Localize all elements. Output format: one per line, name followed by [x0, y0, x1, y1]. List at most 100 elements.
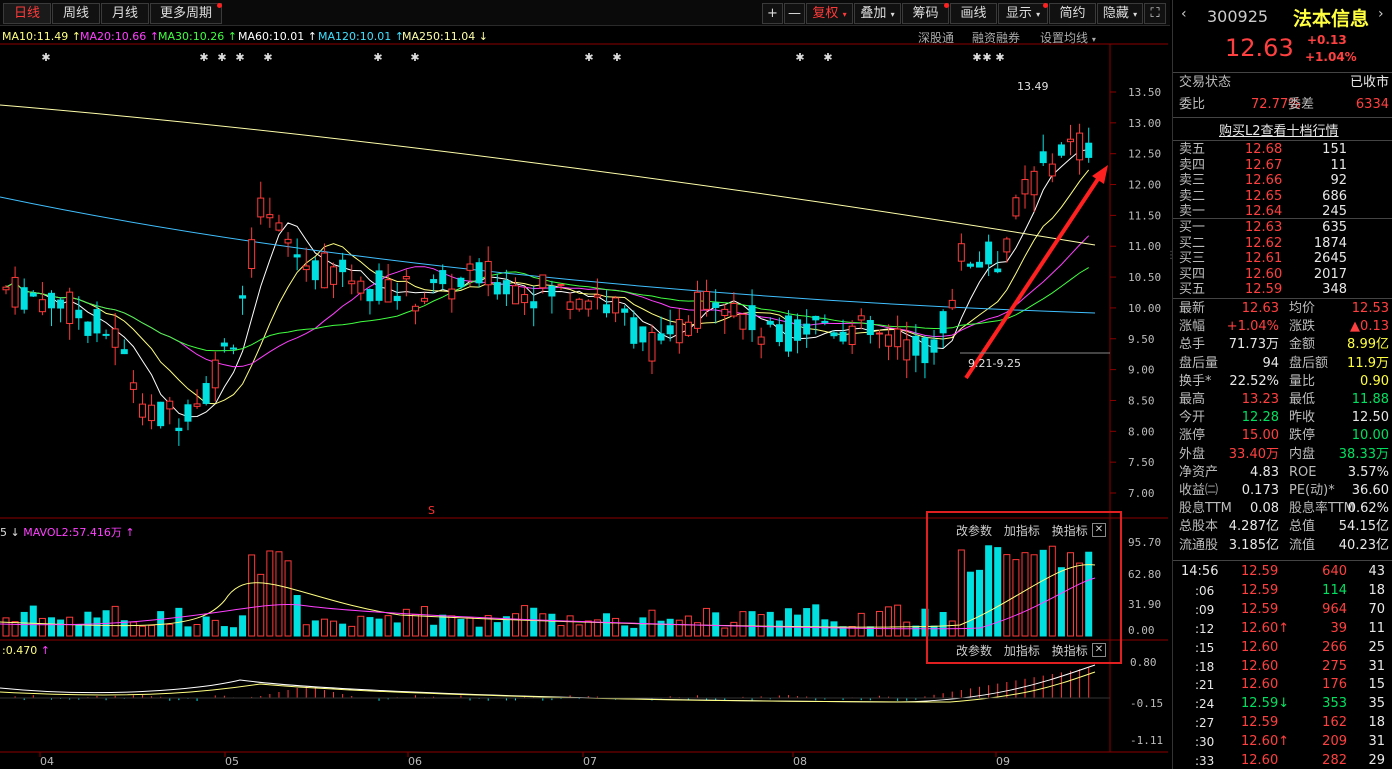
candle-body — [693, 291, 701, 329]
ma250-line — [0, 104, 1096, 246]
zoom-in-button[interactable]: + — [762, 3, 783, 24]
display-dropdown-button[interactable]: 显示 ▾ — [998, 3, 1048, 24]
event-marker-icon: ✱ — [410, 51, 419, 64]
volume-bar — [357, 615, 365, 637]
volume-bar — [293, 595, 301, 637]
candle-body — [521, 294, 529, 304]
candle-body — [175, 427, 183, 432]
candle-body — [675, 319, 683, 344]
tab-more-periods[interactable]: 更多周期 — [150, 3, 222, 24]
tick-count: 15 — [1368, 677, 1385, 693]
hk-connect-link[interactable]: 深股通 — [918, 29, 954, 46]
stat-label: 昨收 — [1289, 410, 1316, 426]
stat-value: 94 — [1262, 355, 1279, 371]
high-price-label: 13.49 — [1017, 80, 1049, 93]
candle-body — [584, 300, 592, 310]
tick-volume: 275 — [1322, 658, 1347, 674]
volume-bar — [502, 616, 510, 637]
volume-bar — [757, 614, 765, 637]
stat-label: 股息TTM — [1179, 501, 1232, 517]
ma120-label: MA120:10.01 ↑ — [318, 30, 404, 43]
stat-value: 3.185亿 — [1228, 537, 1279, 553]
volume-bar — [448, 615, 456, 637]
tick-price: 12.60 — [1241, 677, 1279, 693]
candle-body — [912, 335, 920, 356]
candle-body — [402, 276, 410, 280]
candle-body — [684, 321, 692, 336]
candle-body — [1021, 179, 1029, 195]
candle-body — [257, 197, 265, 218]
tick-volume: 39 — [1330, 620, 1347, 636]
candle-body — [602, 304, 610, 314]
chips-button[interactable]: 筹码 — [902, 3, 949, 24]
stat-value: 33.40万 — [1228, 446, 1279, 462]
margin-trading-link[interactable]: 融资融券 — [972, 29, 1020, 46]
back-icon[interactable]: ‹ — [1181, 6, 1187, 22]
quote-panel: ‹ 300925 法本信息 › 12.63 +0.13 +1.04% 交易状态 … — [1172, 0, 1392, 769]
hide-dropdown-button[interactable]: 隐藏 ▾ — [1097, 3, 1143, 24]
candle-body — [1067, 138, 1075, 143]
event-marker-icon: ✱ — [823, 51, 832, 64]
overlay-dropdown-button[interactable]: 叠加 ▾ — [854, 3, 901, 24]
draw-line-button[interactable]: 画线 — [950, 3, 997, 24]
splitter-handle-icon[interactable]: ⋮ — [1166, 250, 1176, 261]
ma60-label: MA60:10.01 ↑ — [238, 30, 317, 43]
fullscreen-button[interactable]: ⛶ — [1144, 3, 1166, 24]
tick-row: :09 12.59 964 70 — [1173, 601, 1392, 619]
candle-body — [466, 263, 474, 271]
ma30-label: MA30:10.26 ↑ — [158, 30, 237, 43]
stat-label: 涨停 — [1179, 428, 1206, 444]
buy-l2-link[interactable]: 购买L2查看十档行情 — [1219, 120, 1339, 139]
hide-label: 隐藏 — [1102, 6, 1129, 21]
overlay-label: 叠加 — [860, 6, 887, 21]
volume-bar — [721, 627, 729, 637]
ma20-line — [5, 235, 1090, 368]
simple-mode-button[interactable]: 简约 — [1049, 3, 1096, 24]
candle-body — [812, 315, 820, 321]
volume-bar — [466, 617, 474, 637]
volume-bar — [202, 616, 210, 637]
stat-value: 3.57% — [1347, 464, 1389, 480]
price-tick-label: 10.50 — [1128, 271, 1161, 284]
chevron-down-icon: ▾ — [1091, 35, 1096, 44]
tab-monthly[interactable]: 月线 — [101, 3, 149, 24]
macd-dea-line — [0, 671, 1096, 703]
stat-label: 总手 — [1179, 337, 1206, 353]
fq-dropdown-button[interactable]: 复权 ▾ — [806, 3, 853, 24]
candle-body — [302, 265, 310, 271]
macd-tick-label: -1.11 — [1130, 734, 1163, 747]
candle-body — [448, 288, 456, 300]
notify-dot-icon — [1043, 3, 1048, 8]
tick-volume: 964 — [1322, 601, 1347, 617]
volume-bar — [648, 609, 656, 637]
candle-body — [612, 297, 620, 314]
volume-bar — [703, 607, 711, 637]
tick-time: :21 — [1195, 678, 1215, 693]
candle-body — [512, 285, 520, 305]
candle-body — [411, 305, 419, 312]
tick-price: 12.60↑ — [1241, 734, 1290, 750]
candle-body — [248, 239, 256, 270]
price-tick-label: 13.50 — [1128, 86, 1161, 99]
tab-daily[interactable]: 日线 — [3, 3, 51, 24]
ma250-label: MA250:11.04 ↓ — [402, 30, 488, 43]
zoom-out-button[interactable]: — — [784, 3, 805, 24]
candle-body — [93, 309, 101, 334]
candle-body — [348, 280, 356, 285]
stat-value: 12.53 — [1351, 301, 1389, 316]
candle-body — [939, 311, 947, 334]
bid-label: 买五 — [1179, 282, 1206, 297]
stat-row: 涨停 15.00 跌停 10.00 — [1173, 427, 1392, 445]
tab-weekly[interactable]: 周线 — [52, 3, 100, 24]
event-marker-icon: ✱ — [584, 51, 593, 64]
forward-icon[interactable]: › — [1378, 6, 1384, 22]
candle-body — [484, 260, 492, 286]
price-tick-label: 12.50 — [1128, 148, 1161, 161]
candle-body — [775, 324, 783, 343]
candle-body — [421, 297, 429, 302]
volume-bar — [439, 614, 447, 637]
event-marker-icon: ✱ — [263, 51, 272, 64]
candle-body — [138, 403, 146, 418]
ma-settings-link[interactable]: 设置均线 ▾ — [1040, 29, 1096, 46]
candle-body — [757, 336, 765, 345]
